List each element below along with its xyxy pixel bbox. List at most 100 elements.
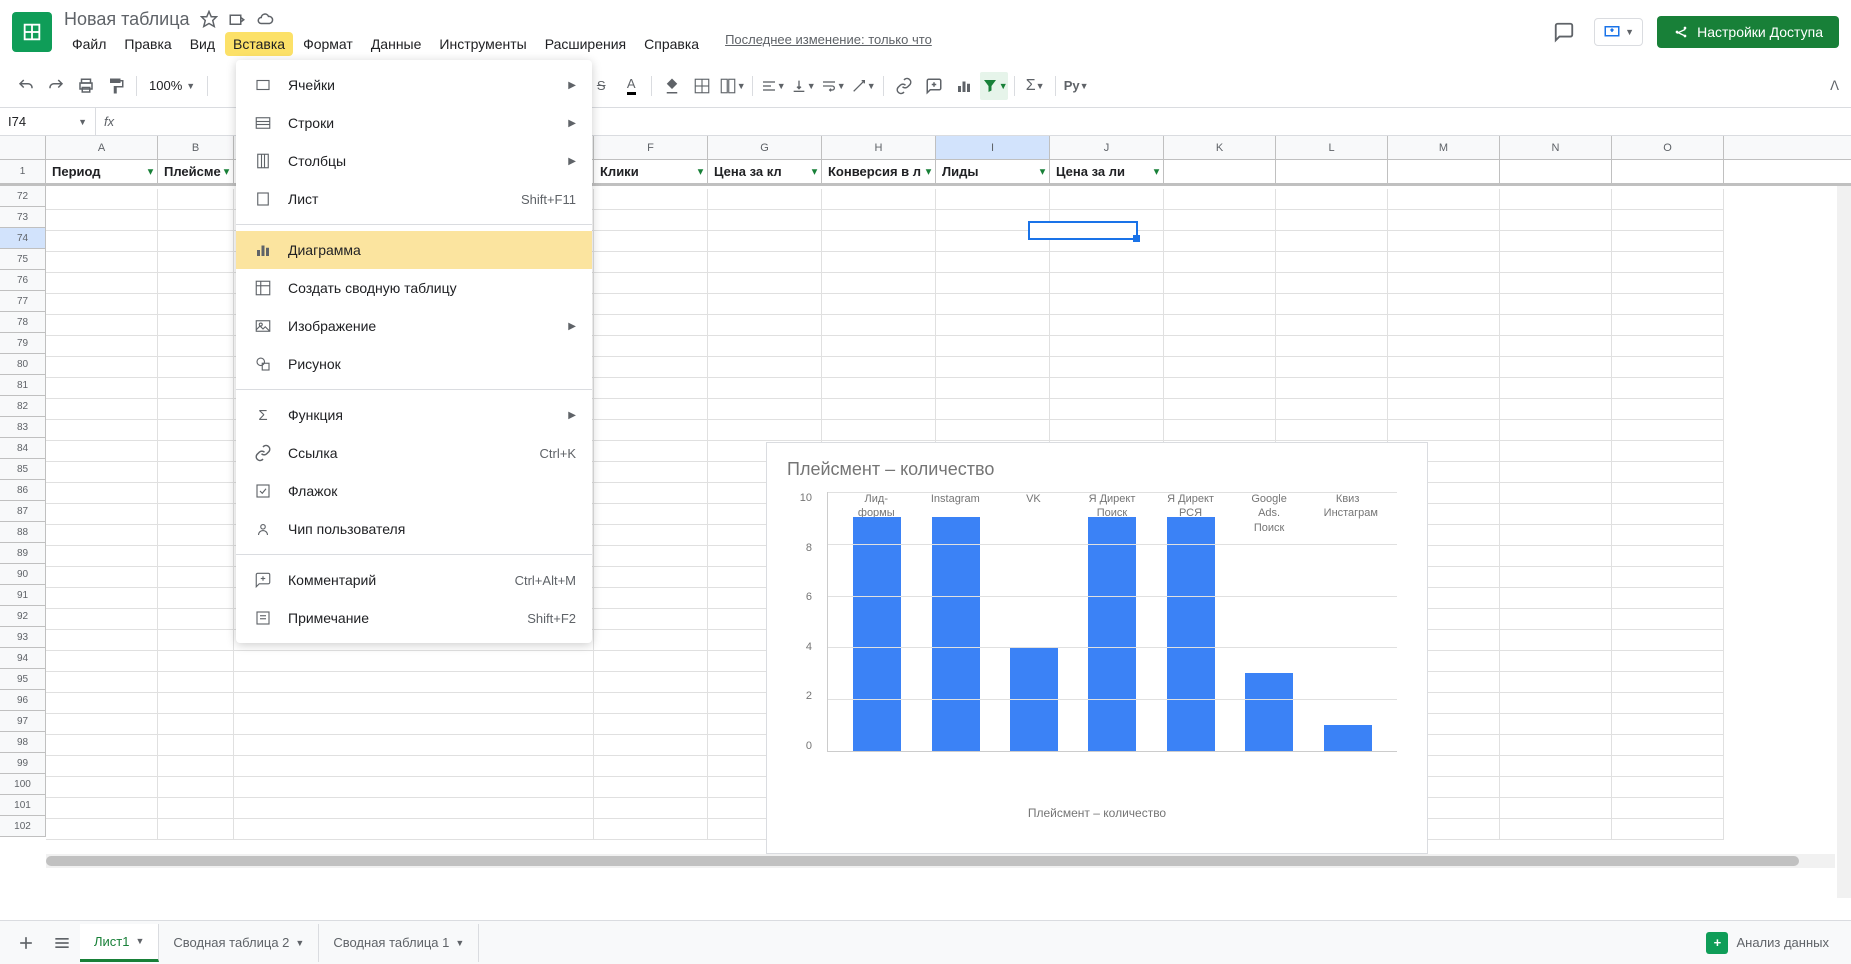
cell[interactable]	[1050, 336, 1164, 357]
cell[interactable]	[1612, 189, 1724, 210]
column-header[interactable]: F	[594, 136, 708, 159]
cell[interactable]	[234, 714, 594, 735]
cell[interactable]	[1500, 315, 1612, 336]
cell[interactable]	[158, 609, 234, 630]
cell[interactable]	[46, 714, 158, 735]
cell[interactable]	[234, 777, 594, 798]
cell[interactable]	[46, 315, 158, 336]
cloud-icon[interactable]	[256, 10, 274, 28]
cell[interactable]	[594, 420, 708, 441]
chart-bar[interactable]	[1167, 517, 1215, 751]
cell[interactable]	[594, 777, 708, 798]
cell[interactable]	[822, 231, 936, 252]
cell[interactable]	[822, 189, 936, 210]
insert-chart-button[interactable]	[950, 72, 978, 100]
cell[interactable]	[46, 336, 158, 357]
cell[interactable]	[1050, 189, 1164, 210]
cell[interactable]	[594, 735, 708, 756]
cell[interactable]	[1388, 294, 1500, 315]
cell[interactable]	[46, 294, 158, 315]
cell[interactable]	[1612, 273, 1724, 294]
header-cell[interactable]: Клики▾	[594, 160, 708, 183]
column-header[interactable]: H	[822, 136, 936, 159]
cell[interactable]	[1276, 252, 1388, 273]
column-header[interactable]: O	[1612, 136, 1724, 159]
cell[interactable]	[594, 504, 708, 525]
sheet-tab[interactable]: Лист1▼	[80, 924, 159, 962]
cell[interactable]	[1388, 336, 1500, 357]
rotate-button[interactable]: ▼	[849, 72, 877, 100]
cell[interactable]	[1276, 378, 1388, 399]
cell[interactable]	[46, 420, 158, 441]
cell[interactable]	[46, 546, 158, 567]
comments-icon[interactable]	[1548, 16, 1580, 48]
sheet-menu-icon[interactable]: ▼	[295, 938, 304, 948]
cell[interactable]	[1164, 378, 1276, 399]
chart-bar[interactable]	[932, 517, 980, 751]
menu-формат[interactable]: Формат	[295, 32, 361, 56]
cell[interactable]	[936, 399, 1050, 420]
cell[interactable]	[1612, 819, 1724, 840]
cell[interactable]	[46, 399, 158, 420]
cell[interactable]	[158, 504, 234, 525]
cell[interactable]	[594, 546, 708, 567]
cell[interactable]	[1388, 210, 1500, 231]
cell[interactable]	[1500, 231, 1612, 252]
cell[interactable]	[158, 294, 234, 315]
cell[interactable]	[1164, 399, 1276, 420]
cell[interactable]	[936, 252, 1050, 273]
cell[interactable]	[46, 273, 158, 294]
cell[interactable]	[1050, 273, 1164, 294]
cell[interactable]	[158, 777, 234, 798]
row-header[interactable]: 77	[0, 291, 45, 312]
row-header[interactable]: 79	[0, 333, 45, 354]
cell[interactable]	[1612, 483, 1724, 504]
cell[interactable]	[822, 315, 936, 336]
cell[interactable]	[234, 672, 594, 693]
menu-item-Рисунок[interactable]: Рисунок	[236, 345, 592, 383]
move-icon[interactable]	[228, 10, 246, 28]
document-title[interactable]: Новая таблица	[64, 9, 190, 30]
cell[interactable]	[1500, 777, 1612, 798]
cell[interactable]	[1500, 273, 1612, 294]
functions-button[interactable]: Σ▼	[1021, 72, 1049, 100]
cell[interactable]	[1276, 420, 1388, 441]
header-cell[interactable]	[1276, 160, 1388, 183]
cell[interactable]	[1612, 399, 1724, 420]
menu-item-Лист[interactable]: ЛистShift+F11	[236, 180, 592, 218]
filter-icon[interactable]: ▾	[224, 166, 229, 177]
row-header[interactable]: 101	[0, 795, 45, 816]
row-header[interactable]: 85	[0, 459, 45, 480]
row-header[interactable]: 1	[0, 160, 45, 186]
row-header[interactable]: 94	[0, 648, 45, 669]
cell[interactable]	[1164, 315, 1276, 336]
column-header[interactable]: L	[1276, 136, 1388, 159]
cell[interactable]	[1164, 336, 1276, 357]
cell[interactable]	[822, 294, 936, 315]
comment-button[interactable]	[920, 72, 948, 100]
filter-icon[interactable]: ▾	[926, 166, 931, 177]
filter-icon[interactable]: ▾	[1154, 166, 1159, 177]
header-cell[interactable]: Лиды▾	[936, 160, 1050, 183]
cell[interactable]	[158, 273, 234, 294]
cell[interactable]	[46, 378, 158, 399]
cell[interactable]	[822, 420, 936, 441]
text-color-button[interactable]: A	[617, 72, 645, 100]
row-header[interactable]: 72	[0, 186, 45, 207]
row-header[interactable]: 82	[0, 396, 45, 417]
cell[interactable]	[1164, 210, 1276, 231]
cell[interactable]	[1164, 189, 1276, 210]
filter-icon[interactable]: ▾	[1040, 166, 1045, 177]
cell[interactable]	[594, 294, 708, 315]
cell[interactable]	[1612, 567, 1724, 588]
cell[interactable]	[1612, 378, 1724, 399]
cell[interactable]	[708, 336, 822, 357]
cell[interactable]	[1612, 630, 1724, 651]
chart-bar[interactable]	[1245, 673, 1293, 751]
cell[interactable]	[1164, 420, 1276, 441]
cell[interactable]	[1500, 714, 1612, 735]
cell[interactable]	[1276, 336, 1388, 357]
cell[interactable]	[46, 588, 158, 609]
cell[interactable]	[46, 777, 158, 798]
row-header[interactable]: 90	[0, 564, 45, 585]
